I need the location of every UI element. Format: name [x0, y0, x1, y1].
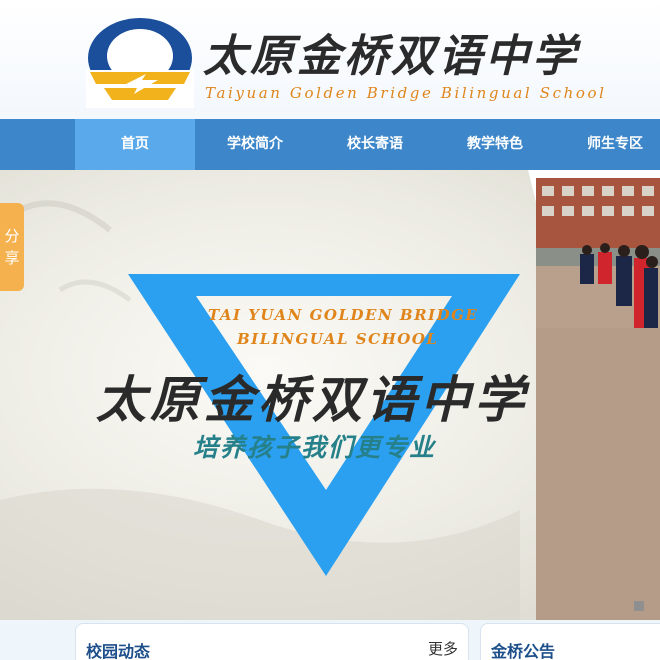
notice-title: 金桥公告 [491, 642, 556, 660]
share-char-1: 分 [4, 227, 20, 245]
more-link[interactable]: 更多 [428, 638, 458, 659]
nav-item-home[interactable]: 首页 [75, 119, 195, 170]
campus-news-panel: 校园动态 更多 [75, 623, 469, 660]
school-logo[interactable] [84, 16, 196, 108]
students-photo-image [536, 178, 660, 620]
nav-item-teaching[interactable]: 教学特色 [435, 119, 555, 170]
main-nav: 首页 学校简介 校长寄语 教学特色 师生专区 [0, 119, 660, 170]
carousel-dot-1[interactable] [634, 601, 644, 611]
nav-item-teachers-students[interactable]: 师生专区 [555, 119, 660, 170]
campus-news-title: 校园动态 [86, 642, 151, 660]
hero-banner[interactable]: TAI YUAN GOLDEN BRIDGE BILINGUAL SCHOOL … [0, 170, 660, 620]
share-tab[interactable]: 分 享 [0, 203, 24, 291]
share-char-2: 享 [4, 249, 20, 267]
carousel-indicators [634, 596, 660, 620]
site-header: 太原金桥双语中学 Taiyuan Golden Bridge Bilingual… [0, 0, 660, 119]
banner-english-line-1: TAI YUAN GOLDEN BRIDGE [208, 306, 479, 324]
nav-item-about[interactable]: 学校简介 [195, 119, 315, 170]
school-name-en: Taiyuan Golden Bridge Bilingual School [205, 84, 607, 102]
nav-item-principal[interactable]: 校长寄语 [315, 119, 435, 170]
students-photo [536, 178, 660, 620]
banner-slogan: 培养孩子我们更专业 [193, 433, 437, 462]
school-name-cn: 太原金桥双语中学 [203, 31, 579, 82]
banner-english-line-2: BILINGUAL SCHOOL [237, 330, 439, 348]
banner-title: 太原金桥双语中学 [96, 370, 528, 429]
notice-panel: 金桥公告 [480, 623, 660, 660]
